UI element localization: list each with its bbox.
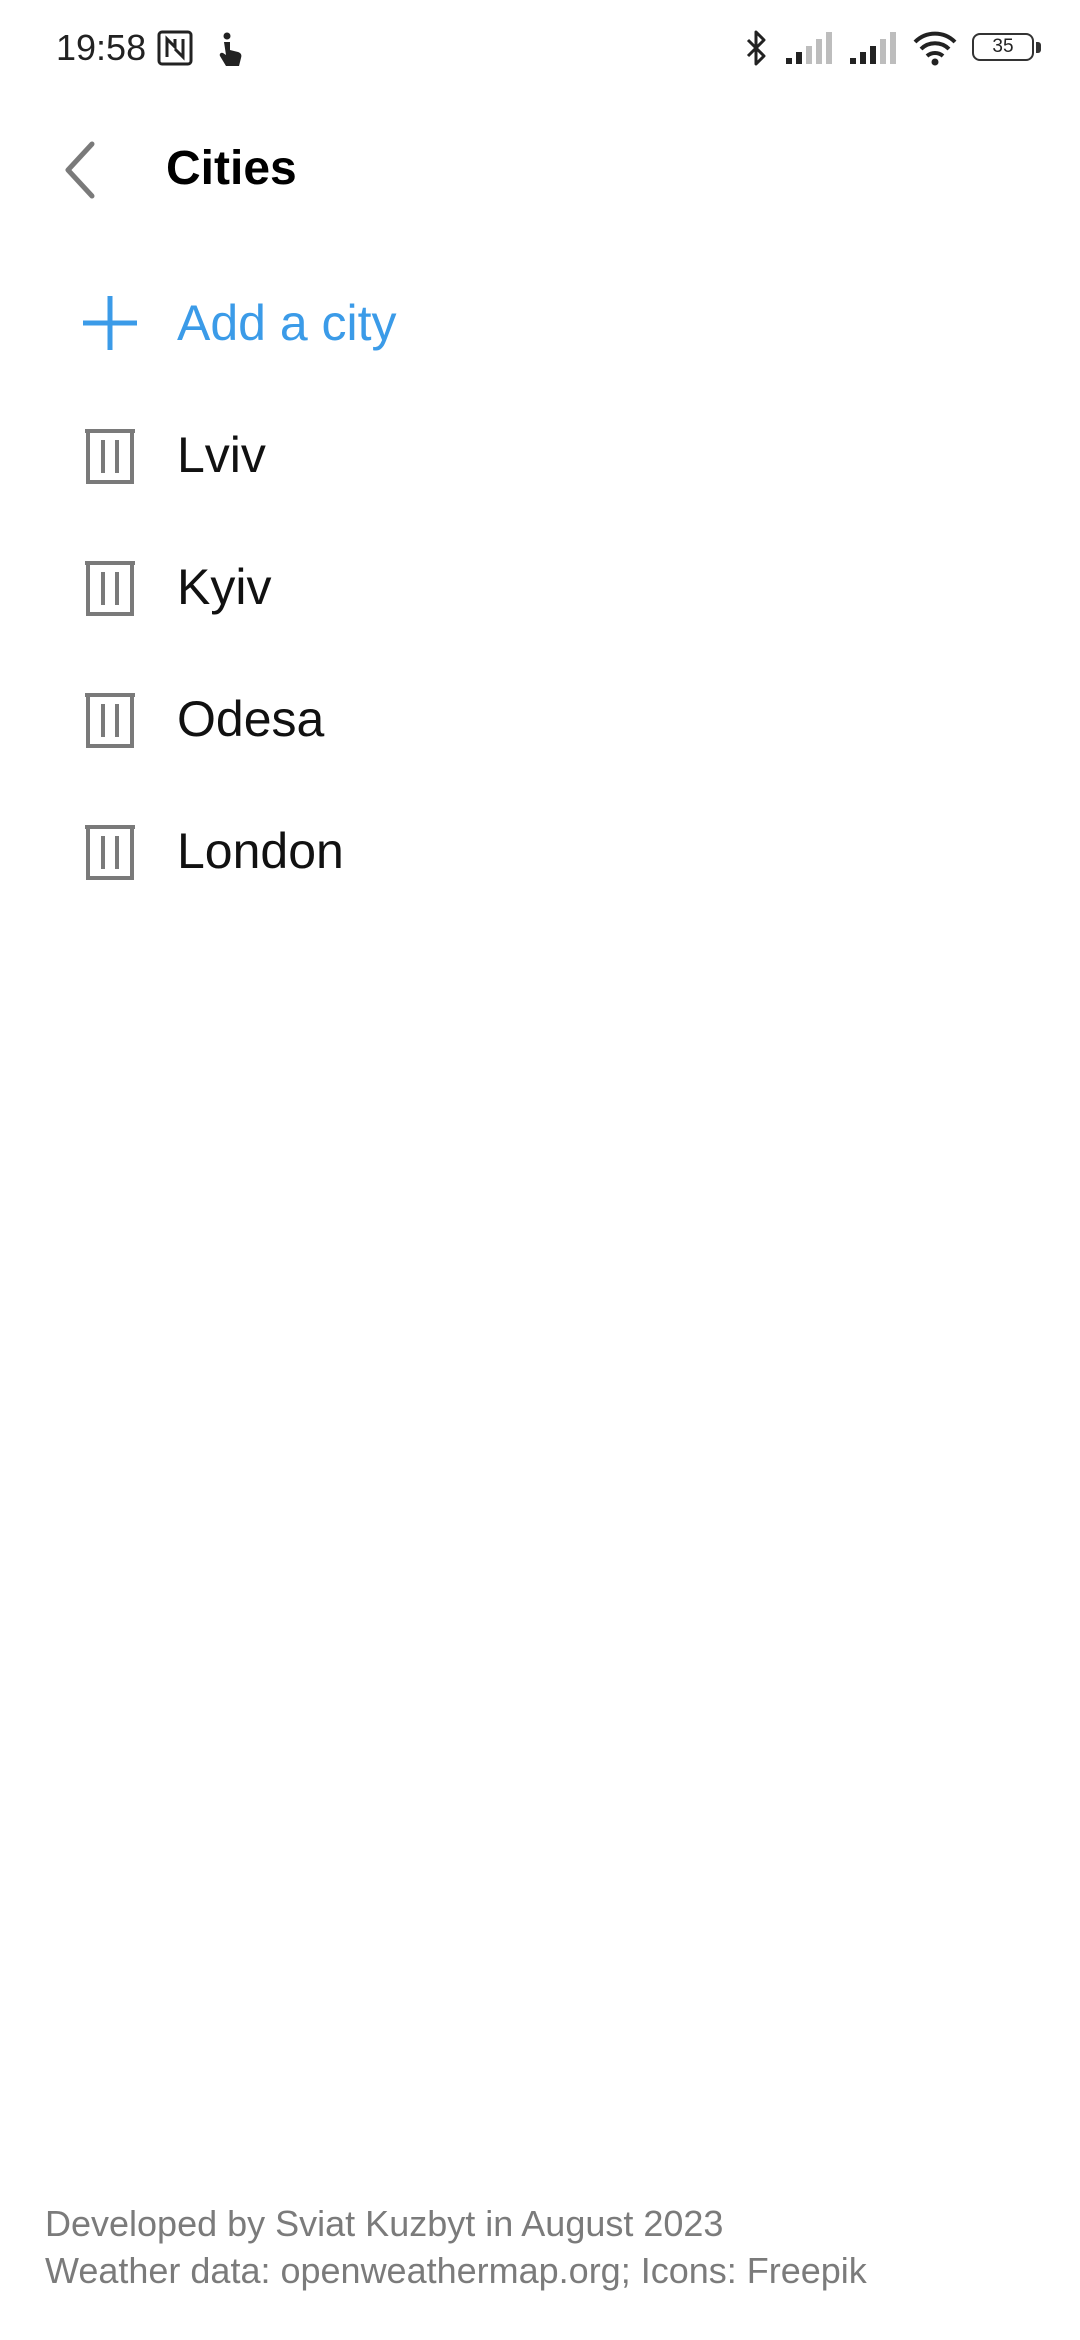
chevron-left-icon (60, 140, 100, 200)
plus-icon (78, 291, 142, 355)
list-item: Odesa (0, 651, 1080, 783)
nfc-icon (156, 29, 194, 67)
list-item: Lviv (0, 387, 1080, 519)
status-right-icons: 35 (744, 26, 1042, 70)
page-title: Cities (166, 142, 297, 195)
trash-icon[interactable] (78, 555, 142, 619)
footer-credits: Developed by Sviat Kuzbyt in August 2023… (45, 2200, 1045, 2294)
list-item: Kyiv (0, 519, 1080, 651)
city-name: Kyiv (177, 559, 272, 615)
status-left-icons (156, 28, 248, 68)
status-bar: 19:58 35 (0, 0, 1080, 96)
bluetooth-icon (744, 28, 770, 68)
trash-icon[interactable] (78, 423, 142, 487)
city-list: Add a city Lviv Kyiv Odesa London (0, 255, 1080, 915)
app-header: Cities (0, 110, 1080, 228)
signal-icon (848, 30, 898, 66)
add-city-label: Add a city (177, 295, 397, 351)
back-button[interactable] (40, 130, 120, 210)
footer-attribution-text: Weather data: openweathermap.org; Icons:… (45, 2250, 867, 2291)
signal-icon (784, 30, 834, 66)
city-name: Lviv (177, 427, 266, 483)
battery-level: 35 (992, 36, 1014, 57)
touch-icon (212, 28, 248, 68)
wifi-icon (912, 30, 958, 66)
trash-icon[interactable] (78, 819, 142, 883)
trash-icon[interactable] (78, 687, 142, 751)
battery-icon: 35 (972, 33, 1042, 63)
city-name: London (177, 823, 344, 879)
add-city-button[interactable]: Add a city (0, 255, 1080, 387)
footer-developer-text: Developed by Sviat Kuzbyt in August 2023 (45, 2203, 724, 2244)
list-item: London (0, 783, 1080, 915)
city-name: Odesa (177, 691, 325, 747)
status-time: 19:58 (56, 27, 147, 68)
